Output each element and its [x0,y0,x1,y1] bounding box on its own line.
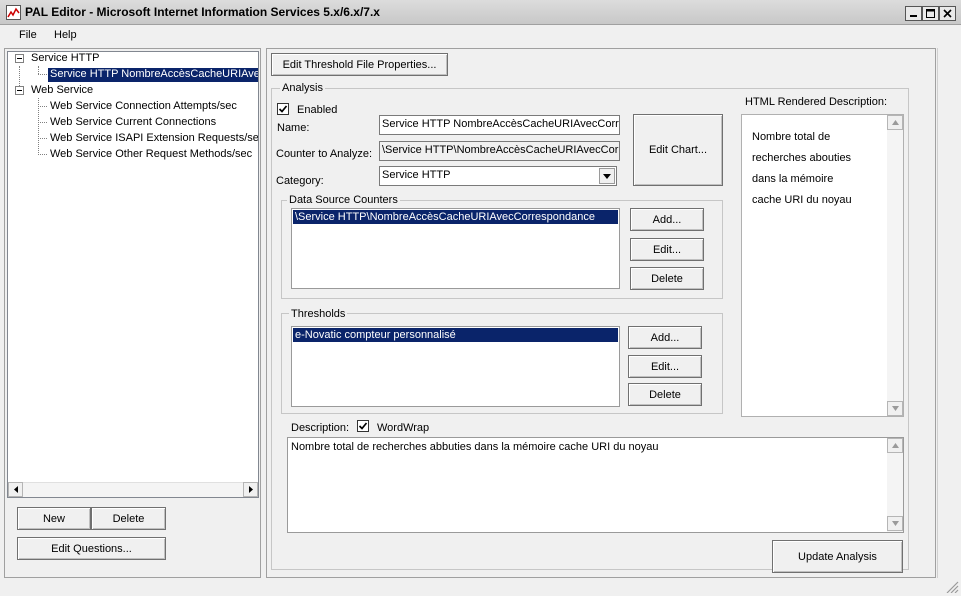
collapse-toggle-service-http[interactable] [15,54,24,63]
resize-grip-icon [946,581,959,594]
tree-item-selected[interactable]: Service HTTP NombreAccèsCacheURIAvec [48,68,258,82]
right-edge [937,48,957,578]
menu-bar [0,26,961,46]
arrow-up-icon [891,443,899,448]
tree-line [38,122,47,123]
name-label: Name: [277,122,310,134]
scroll-down-button[interactable] [887,401,903,416]
chevron-down-icon [603,173,611,179]
arrow-up-icon [891,120,899,125]
enabled-label: Enabled [297,104,338,116]
arrow-down-icon [891,406,899,411]
data-source-label: Data Source Counters [287,194,400,206]
app-icon [6,5,21,20]
menu-help[interactable]: Help [54,29,77,41]
arrow-right-icon [248,486,253,493]
maximize-button[interactable] [922,6,939,21]
scroll-up-button[interactable] [887,438,903,453]
wordwrap-label: WordWrap [377,422,430,434]
html-rendered-text: Nombre total de recherches abouties dans… [752,127,852,211]
maximize-icon [926,9,935,18]
tree-line [38,138,47,139]
scroll-down-button[interactable] [887,516,903,531]
html-rendered-line: cache URI du noyau [752,194,852,206]
tree-item[interactable]: Web Service ISAPI Extension Requests/sec [50,132,258,144]
thresholds-delete-button[interactable]: Delete [628,383,702,406]
close-icon [943,9,952,18]
tree-item[interactable]: Web Service Other Request Methods/sec [50,148,252,160]
name-input[interactable]: Service HTTP NombreAccèsCacheURIAvecCorr… [379,115,620,135]
minus-icon [17,58,22,59]
window-title: PAL Editor - Microsoft Internet Informat… [25,5,380,19]
tree-line [38,106,47,107]
edit-questions-button[interactable]: Edit Questions... [17,537,166,560]
checkmark-icon [278,105,288,113]
close-button[interactable] [939,6,956,21]
counter-label: Counter to Analyze: [276,148,373,160]
data-source-edit-button[interactable]: Edit... [630,238,704,261]
enabled-checkbox[interactable] [277,103,289,115]
arrow-left-icon [13,486,18,493]
category-select[interactable]: Service HTTP [379,166,617,186]
new-button[interactable]: New [17,507,91,530]
update-analysis-button[interactable]: Update Analysis [772,540,903,573]
checkmark-icon [358,422,368,430]
tree-item[interactable]: Web Service Connection Attempts/sec [50,100,237,112]
thresholds-label: Thresholds [289,308,348,320]
edit-threshold-file-button[interactable]: Edit Threshold File Properties... [271,53,448,76]
tree-group-service-http[interactable]: Service HTTP [31,52,99,64]
data-source-add-button[interactable]: Add... [630,208,704,231]
scroll-up-button[interactable] [887,115,903,130]
tree-item[interactable]: Web Service Current Connections [50,116,216,128]
wordwrap-checkbox[interactable] [357,420,369,432]
tree-group-web-service[interactable]: Web Service [31,84,93,96]
thresholds-add-button[interactable]: Add... [628,326,702,349]
html-rendered-label: HTML Rendered Description: [745,96,888,108]
tree-hscrollbar[interactable] [8,482,258,497]
menu-file[interactable]: File [19,29,37,41]
delete-button[interactable]: Delete [91,507,166,530]
tree-line [38,154,47,155]
description-label: Description: [291,422,350,434]
resize-grip[interactable] [943,579,959,594]
data-source-item[interactable]: \Service HTTP\NombreAccèsCacheURIAvecCor… [293,210,618,224]
counter-input[interactable]: \Service HTTP\NombreAccèsCacheURIAvecCor [379,141,620,161]
minimize-icon [910,15,917,17]
html-rendered-line: dans la mémoire [752,173,834,185]
tree-line [38,66,39,74]
category-dropdown-button[interactable] [599,168,615,184]
html-rendered-line: Nombre total de [752,131,831,143]
arrow-down-icon [891,521,899,526]
scroll-left-button[interactable] [8,482,23,497]
tree-line [38,74,47,75]
data-source-delete-button[interactable]: Delete [630,267,704,290]
minimize-button[interactable] [905,6,922,21]
edit-chart-button[interactable]: Edit Chart... [633,114,723,186]
scroll-right-button[interactable] [243,482,258,497]
html-rendered-vscrollbar[interactable] [887,115,903,416]
collapse-toggle-web-service[interactable] [15,86,24,95]
html-rendered-line: recherches abouties [752,152,852,164]
minus-icon [17,90,22,91]
description-text: Nombre total de recherches abbuties dans… [291,441,659,453]
thresholds-edit-button[interactable]: Edit... [628,355,702,378]
threshold-item[interactable]: e-Novatic compteur personnalisé [293,328,618,342]
analysis-label: Analysis [280,82,325,94]
category-label: Category: [276,175,324,187]
